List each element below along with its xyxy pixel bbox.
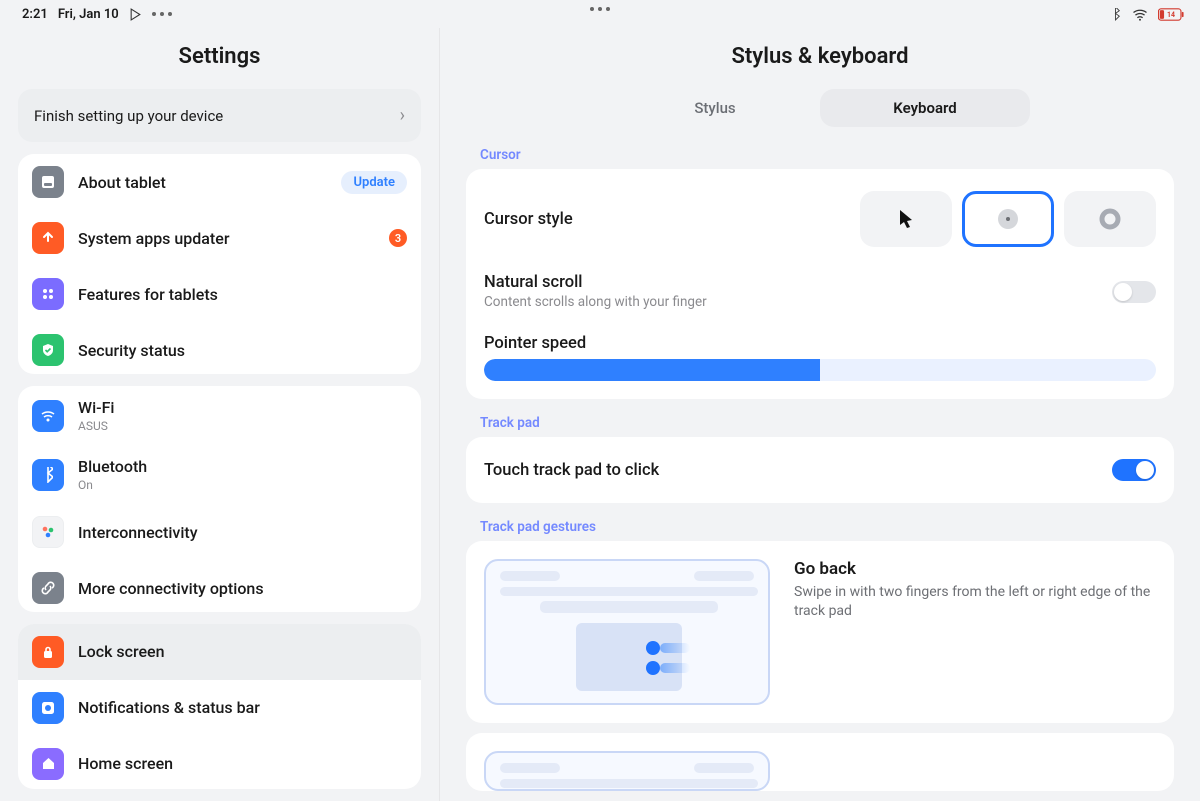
tab-stylus[interactable]: Stylus [610, 89, 820, 127]
shield-check-icon [32, 334, 64, 366]
sidebar-item-more-connectivity[interactable]: More connectivity options [18, 560, 421, 612]
status-time: 2:21 [22, 7, 48, 22]
updater-icon [32, 222, 64, 254]
page-title: Stylus & keyboard [466, 44, 1174, 69]
natural-scroll-sub: Content scrolls along with your finger [484, 294, 707, 310]
gesture-illustration [484, 559, 770, 705]
section-cursor: Cursor [466, 137, 1174, 169]
natural-scroll-toggle[interactable] [1112, 281, 1156, 303]
sidebar-title: Settings [18, 44, 421, 69]
battery-status-icon: 14 [1158, 8, 1184, 21]
gesture-desc: Swipe in with two fingers from the left … [794, 583, 1154, 621]
wifi-status-icon [1132, 8, 1148, 21]
sidebar-item-wifi[interactable]: Wi-Fi ASUS [18, 386, 421, 445]
sidebar-item-home-screen[interactable]: Home screen [18, 736, 421, 789]
sidebar-item-system-updater[interactable]: System apps updater 3 [18, 210, 421, 266]
tab-keyboard[interactable]: Keyboard [820, 89, 1030, 127]
gesture-next[interactable] [466, 733, 1174, 791]
status-bar: 2:21 Fri, Jan 10 14 [0, 0, 1200, 28]
cursor-option-arrow[interactable] [860, 191, 952, 247]
touch-click-label: Touch track pad to click [484, 461, 659, 480]
gesture-illustration-partial [484, 751, 770, 791]
settings-sidebar: Settings Finish setting up your device ›… [0, 28, 440, 801]
sidebar-item-features[interactable]: Features for tablets [18, 266, 421, 322]
link-icon [32, 572, 64, 604]
svg-text:14: 14 [1167, 11, 1175, 19]
sidebar-item-interconnectivity[interactable]: Interconnectivity [18, 504, 421, 560]
bluetooth-icon [32, 459, 64, 491]
home-icon [32, 748, 64, 780]
notifications-icon [32, 692, 64, 724]
touch-click-toggle[interactable] [1112, 459, 1156, 481]
natural-scroll-label: Natural scroll [484, 273, 707, 292]
finish-setup-card[interactable]: Finish setting up your device › [18, 89, 421, 142]
section-trackpad: Track pad [466, 405, 1174, 437]
ring-cursor-icon [1099, 208, 1121, 230]
gesture-go-back[interactable]: Go back Swipe in with two fingers from t… [466, 541, 1174, 723]
pointer-speed-fill [484, 359, 820, 381]
status-date: Fri, Jan 10 [58, 7, 119, 22]
dot-cursor-icon [997, 208, 1019, 230]
lock-icon [32, 636, 64, 668]
sidebar-item-security[interactable]: Security status [18, 322, 421, 374]
play-store-icon [129, 8, 142, 21]
pointer-speed-label: Pointer speed [484, 334, 1156, 353]
pointer-speed-slider[interactable] [484, 359, 1156, 381]
cursor-option-dot[interactable] [962, 191, 1054, 247]
gesture-title: Go back [794, 559, 1154, 579]
tablet-icon [32, 166, 64, 198]
chevron-right-icon: › [400, 105, 405, 126]
update-badge: Update [341, 171, 407, 194]
bluetooth-status-icon [1109, 8, 1122, 21]
tab-bar: Stylus Keyboard [610, 89, 1030, 127]
wifi-icon [32, 400, 64, 432]
count-badge: 3 [389, 229, 407, 247]
cursor-style-label: Cursor style [484, 210, 573, 229]
interconnectivity-icon [32, 516, 64, 548]
sidebar-item-lock-screen[interactable]: Lock screen [18, 624, 421, 680]
section-gestures: Track pad gestures [466, 509, 1174, 541]
main-panel: Stylus & keyboard Stylus Keyboard Cursor… [440, 28, 1200, 801]
sidebar-item-about-tablet[interactable]: About tablet Update [18, 154, 421, 210]
sidebar-item-notifications[interactable]: Notifications & status bar [18, 680, 421, 736]
sidebar-item-bluetooth[interactable]: Bluetooth On [18, 445, 421, 504]
more-icon[interactable] [590, 7, 610, 11]
finish-setup-label: Finish setting up your device [34, 107, 223, 125]
cursor-option-ring[interactable] [1064, 191, 1156, 247]
arrow-cursor-icon [896, 208, 916, 230]
features-icon [32, 278, 64, 310]
